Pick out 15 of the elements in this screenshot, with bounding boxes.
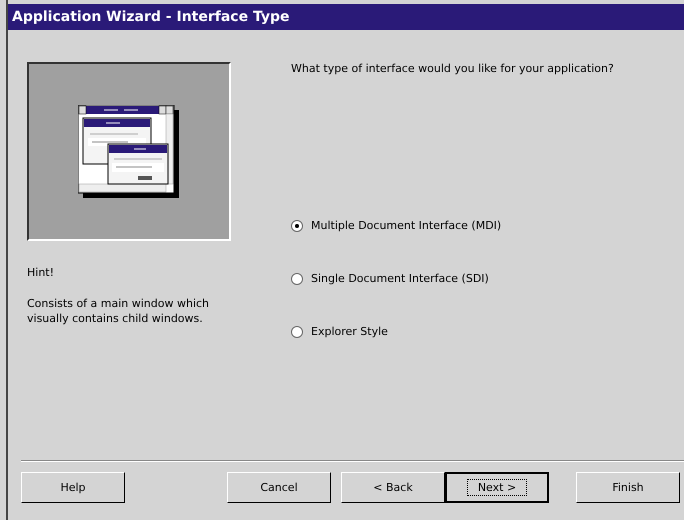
hint-text: Consists of a main window which visually contains child windows. <box>27 296 210 326</box>
hint-label: Hint! <box>27 266 56 279</box>
radio-label[interactable]: Explorer Style <box>311 325 388 338</box>
radio-label[interactable]: Multiple Document Interface (MDI) <box>311 219 502 232</box>
wizard-button[interactable]: Next > <box>445 472 549 503</box>
radio-button[interactable] <box>291 326 303 338</box>
wizard-button[interactable]: < Back <box>341 472 445 503</box>
wizard-button[interactable]: Finish <box>576 472 680 503</box>
radio-button[interactable] <box>291 220 303 232</box>
window-title: Application Wizard - Interface Type <box>8 4 684 30</box>
radio-button[interactable] <box>291 272 303 284</box>
radio-label[interactable]: Single Document Interface (SDI) <box>311 272 489 285</box>
question-text: What type of interface would you like for your application? <box>291 61 615 76</box>
wizard-button[interactable]: Cancel <box>227 472 331 503</box>
wizard-button[interactable]: Help <box>21 472 125 503</box>
